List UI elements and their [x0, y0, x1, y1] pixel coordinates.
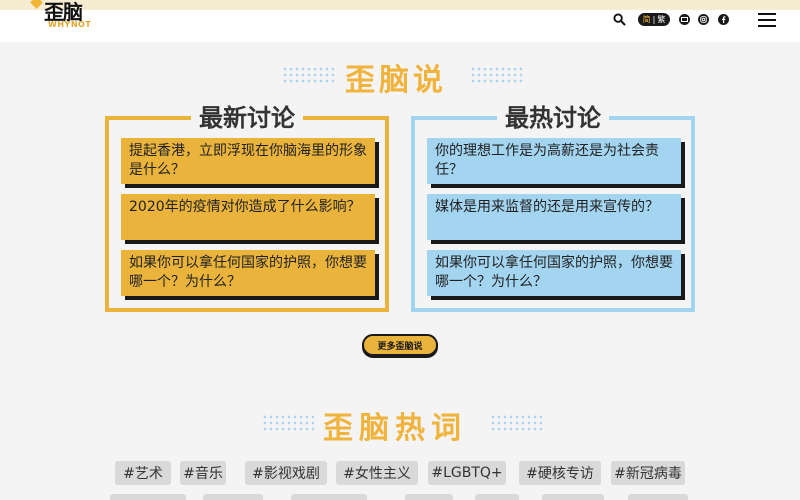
search-icon[interactable] [612, 12, 626, 26]
tag-item[interactable]: #新冠病毒 [611, 461, 685, 485]
hot-item[interactable]: 你的理想工作是为高薪还是为社会责任？ [427, 138, 681, 184]
latest-discussions-panel: 最新讨论 提起香港，立即浮现在你脑海里的形象是什么？ 2020年的疫情对你造成了… [105, 104, 389, 312]
lang-simplified[interactable]: 简 [643, 14, 651, 25]
tag-item-partial[interactable] [291, 494, 367, 500]
tag-item[interactable]: #影视戏剧 [245, 461, 327, 485]
site-logo[interactable]: 歪脑 WHYNOT [30, 0, 110, 40]
dots-decoration-left [282, 66, 334, 84]
more-whynot-says-button[interactable]: 更多歪脑说 [362, 334, 438, 356]
dots-decoration-right-2 [490, 414, 542, 432]
section-title-hot-words: 歪脑热词 [323, 411, 467, 446]
top-strip [0, 0, 800, 10]
tag-item-partial[interactable] [475, 494, 519, 500]
tag-item[interactable]: #LGBTQ+ [428, 461, 506, 485]
tag-item[interactable]: #女性主义 [336, 461, 418, 485]
hot-word-tags-row-2 [110, 494, 710, 500]
tag-item-partial[interactable] [203, 494, 263, 500]
menu-icon[interactable] [758, 13, 776, 27]
facebook-icon[interactable] [718, 14, 729, 25]
latest-item[interactable]: 2020年的疫情对你造成了什么影响？ [121, 194, 375, 240]
logo-subtext: WHYNOT [48, 20, 92, 29]
tag-item[interactable]: #音乐 [180, 461, 226, 485]
hot-item[interactable]: 如果你可以拿任何国家的护照，你想要哪一个？为什么？ [427, 250, 681, 296]
tag-item-partial[interactable] [628, 494, 688, 500]
hot-item[interactable]: 媒体是用来监督的还是用来宣传的？ [427, 194, 681, 240]
dots-decoration-right [470, 66, 522, 84]
latest-item[interactable]: 如果你可以拿任何国家的护照，你想要哪一个？为什么？ [121, 250, 375, 296]
hot-discussions-panel: 最热讨论 你的理想工作是为高薪还是为社会责任？ 媒体是用来监督的还是用来宣传的？… [411, 104, 695, 312]
language-toggle[interactable]: 简 | 繁 [638, 13, 670, 26]
section-title-whynot-says: 歪脑说 [345, 63, 447, 98]
lang-traditional[interactable]: 繁 [657, 14, 665, 25]
tag-item[interactable]: #硬核专访 [519, 461, 601, 485]
hot-word-tags: #艺术 #音乐 #影视戏剧 #女性主义 #LGBTQ+ #硬核专访 #新冠病毒 [110, 461, 710, 485]
latest-item[interactable]: 提起香港，立即浮现在你脑海里的形象是什么？ [121, 138, 375, 184]
tag-item-partial[interactable] [110, 494, 186, 500]
tag-item[interactable]: #艺术 [115, 461, 171, 485]
latest-discussions-title: 最新讨论 [191, 104, 303, 132]
logo-diamond-icon [30, 0, 43, 9]
hot-discussions-title: 最热讨论 [497, 104, 609, 132]
instagram-icon[interactable] [698, 14, 709, 25]
tag-item-partial[interactable] [542, 494, 604, 500]
tag-item-partial[interactable] [405, 494, 453, 500]
lang-separator: | [652, 15, 656, 24]
email-icon[interactable] [679, 14, 690, 25]
dots-decoration-left-2 [262, 414, 314, 432]
